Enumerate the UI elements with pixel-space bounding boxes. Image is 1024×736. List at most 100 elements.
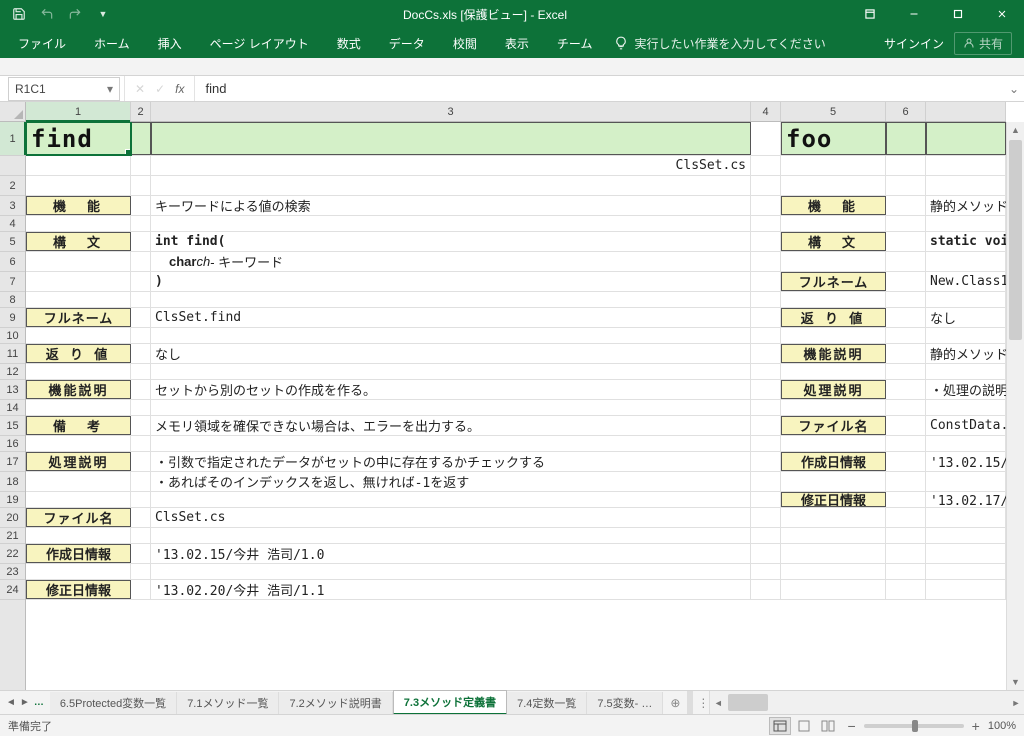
row-header[interactable]: 13	[0, 380, 25, 400]
cell[interactable]	[26, 176, 131, 195]
cell[interactable]	[886, 344, 926, 363]
column-header[interactable]: 4	[751, 102, 781, 121]
cell[interactable]	[781, 292, 886, 307]
row-header[interactable]: 4	[0, 216, 25, 232]
cell[interactable]	[151, 122, 751, 155]
scrollbar-thumb[interactable]	[728, 694, 768, 711]
cell[interactable]	[751, 580, 781, 599]
row-header[interactable]: 20	[0, 508, 25, 528]
cell[interactable]	[26, 216, 131, 231]
scroll-down-icon[interactable]: ▼	[1007, 674, 1024, 690]
cell[interactable]	[751, 176, 781, 195]
cell-created-val-r[interactable]: '13.02.15/今	[926, 452, 1006, 471]
cell[interactable]	[751, 196, 781, 215]
cell-file-val[interactable]: ClsSet.cs	[151, 508, 751, 527]
cell[interactable]	[131, 416, 151, 435]
page-layout-view-icon[interactable]	[793, 717, 815, 735]
label-return[interactable]: 返 り 値	[26, 344, 131, 363]
label-modified[interactable]: 修正日情報	[26, 580, 131, 599]
cell[interactable]	[926, 328, 1006, 343]
add-sheet-button[interactable]: ⊕	[663, 691, 687, 714]
cell[interactable]	[926, 364, 1006, 379]
cell[interactable]	[131, 452, 151, 471]
cell[interactable]	[751, 308, 781, 327]
cell[interactable]	[886, 216, 926, 231]
cells-area[interactable]: find foo ClsSet.cs 機 能 キーワードによる値の検索 機 能	[26, 122, 1006, 690]
cell[interactable]	[886, 508, 926, 527]
tab-team[interactable]: チーム	[543, 28, 607, 58]
cell[interactable]	[751, 416, 781, 435]
column-headers[interactable]: 123456	[26, 102, 1006, 122]
cell[interactable]	[886, 580, 926, 599]
cell[interactable]	[926, 544, 1006, 563]
undo-icon[interactable]	[34, 2, 60, 26]
label-funcdesc-r[interactable]: 機能説明	[781, 344, 886, 363]
cell-koubun-val-r[interactable]: static void	[926, 232, 1006, 251]
label-bikou[interactable]: 備 考	[26, 416, 131, 435]
cell[interactable]	[781, 436, 886, 451]
tab-insert[interactable]: 挿入	[144, 28, 196, 58]
label-created-r[interactable]: 作成日情報	[781, 452, 886, 471]
cell[interactable]	[926, 400, 1006, 415]
sign-in-link[interactable]: サインイン	[884, 35, 944, 52]
cell[interactable]	[926, 216, 1006, 231]
sheet-tab[interactable]: 7.2メソッド説明書	[279, 692, 392, 714]
cell[interactable]	[131, 564, 151, 579]
cell[interactable]	[131, 364, 151, 379]
cell[interactable]	[751, 400, 781, 415]
cell[interactable]	[151, 436, 751, 451]
cell[interactable]	[751, 528, 781, 543]
row-header[interactable]: 22	[0, 544, 25, 564]
cell[interactable]	[886, 416, 926, 435]
row-header[interactable]: 19	[0, 492, 25, 508]
tab-first-icon[interactable]: ◄	[6, 697, 16, 708]
cell[interactable]	[131, 580, 151, 599]
cell[interactable]	[926, 252, 1006, 271]
label-created[interactable]: 作成日情報	[26, 544, 131, 563]
label-kinou[interactable]: 機 能	[26, 196, 131, 215]
cell[interactable]	[131, 216, 151, 231]
chevron-down-icon[interactable]: ▾	[107, 82, 113, 96]
cell-proc1[interactable]: ・引数で指定されたデータがセットの中に存在するかチェックする	[151, 452, 751, 471]
cell-title-foo[interactable]: foo	[781, 122, 886, 155]
cell[interactable]	[886, 492, 926, 507]
cell[interactable]	[131, 436, 151, 451]
cell[interactable]	[131, 308, 151, 327]
label-koubun[interactable]: 構 文	[26, 232, 131, 251]
cell-fullname-val-r[interactable]: New.Class1.fo	[926, 272, 1006, 291]
cell-return-val[interactable]: なし	[151, 344, 751, 363]
tab-next-icon[interactable]: ►	[20, 697, 30, 708]
cell[interactable]	[781, 580, 886, 599]
cell[interactable]	[751, 156, 781, 175]
cell[interactable]	[751, 436, 781, 451]
scroll-right-icon[interactable]: ►	[1008, 691, 1024, 714]
cell[interactable]	[751, 216, 781, 231]
tab-file[interactable]: ファイル	[4, 28, 80, 58]
cell[interactable]	[886, 122, 926, 155]
cell[interactable]	[26, 436, 131, 451]
cell[interactable]	[886, 232, 926, 251]
cell[interactable]	[886, 380, 926, 399]
tab-formulas[interactable]: 数式	[323, 28, 375, 58]
cell[interactable]	[781, 400, 886, 415]
cell[interactable]	[886, 544, 926, 563]
cell[interactable]	[131, 344, 151, 363]
cell[interactable]	[886, 156, 926, 175]
cell[interactable]	[926, 564, 1006, 579]
cell[interactable]	[131, 176, 151, 195]
minimize-icon[interactable]	[892, 0, 936, 28]
cell[interactable]	[131, 122, 151, 155]
cell[interactable]	[886, 400, 926, 415]
cell[interactable]	[151, 216, 751, 231]
cell[interactable]	[781, 216, 886, 231]
cancel-formula-icon[interactable]: ✕	[135, 82, 145, 96]
scroll-up-icon[interactable]: ▲	[1007, 122, 1024, 138]
label-fullname[interactable]: フルネーム	[26, 308, 131, 327]
sheet-tab[interactable]: 7.3メソッド定義書	[393, 690, 507, 715]
cell[interactable]	[751, 564, 781, 579]
column-header[interactable]: 5	[781, 102, 886, 121]
cell[interactable]	[781, 156, 886, 175]
cell[interactable]	[26, 252, 131, 271]
cell[interactable]	[751, 492, 781, 507]
cell[interactable]	[751, 252, 781, 271]
